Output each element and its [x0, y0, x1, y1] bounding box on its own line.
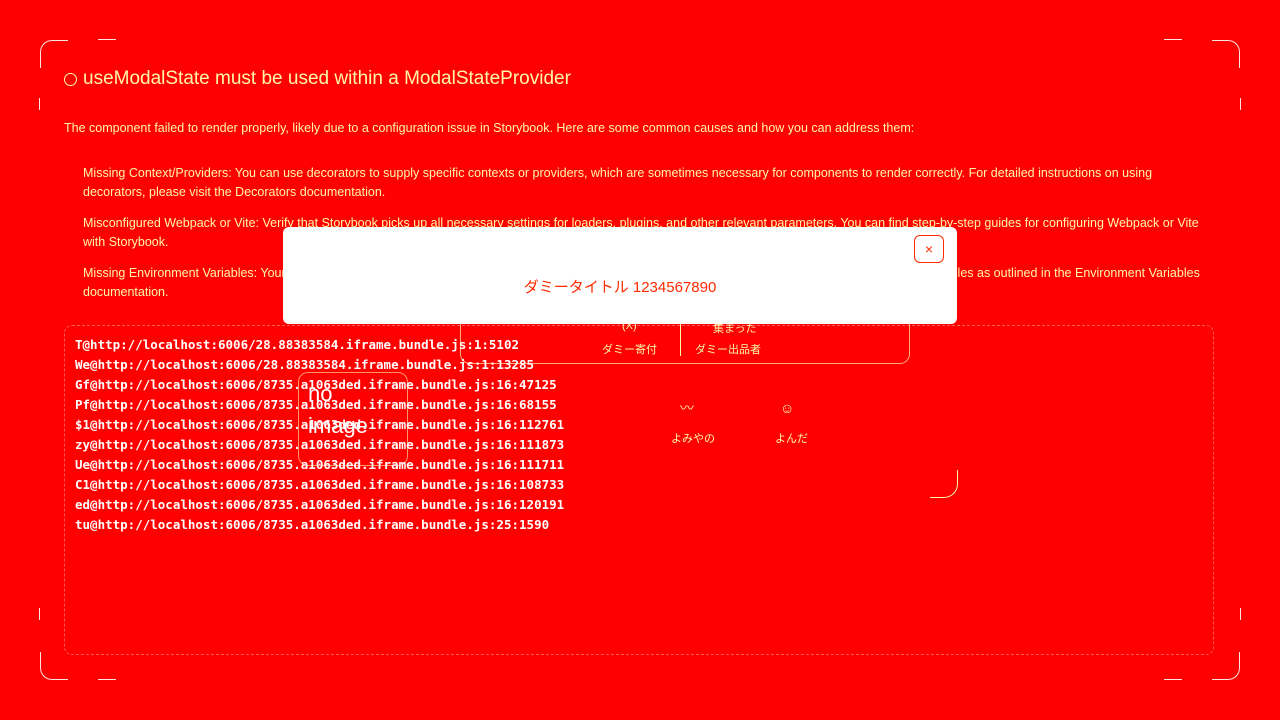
- frame-tick: [98, 679, 116, 680]
- frame-corner-bottom-left: [40, 652, 68, 680]
- frame-tick: [1240, 98, 1241, 110]
- frame-tick: [98, 39, 116, 40]
- stack-line: Pf@http://localhost:6006/8735.a1063ded.i…: [75, 397, 557, 412]
- cause-missing-providers: Missing Context/Providers: You can use d…: [83, 166, 1153, 199]
- stack-line: We@http://localhost:6006/28.88383584.ifr…: [75, 357, 535, 372]
- stack-line: T@http://localhost:6006/28.88383584.ifra…: [75, 337, 520, 352]
- frame-tick: [1164, 39, 1182, 40]
- error-title-text: useModalState must be used within a Moda…: [83, 68, 571, 89]
- frame-tick: [39, 608, 40, 620]
- frame-corner-bottom-right: [1212, 652, 1240, 680]
- close-button[interactable]: ×: [914, 235, 944, 263]
- stack-line: ed@http://localhost:6006/8735.a1063ded.i…: [75, 497, 565, 512]
- frame-tick: [1240, 608, 1241, 620]
- stack-line: Gf@http://localhost:6006/8735.a1063ded.i…: [75, 377, 557, 392]
- frame-tick: [1164, 679, 1182, 680]
- close-icon: ×: [924, 241, 934, 257]
- stack-line: tu@http://localhost:6006/8735.a1063ded.i…: [75, 517, 550, 532]
- error-circle-icon: [64, 72, 77, 86]
- modal-title: ダミータイトル 1234567890: [523, 279, 717, 296]
- frame-tick: [39, 98, 40, 110]
- error-heading: useModalState must be used within a Moda…: [64, 68, 571, 90]
- stack-trace: T@http://localhost:6006/28.88383584.ifra…: [75, 335, 564, 535]
- stack-line: zy@http://localhost:6006/8735.a1063ded.i…: [75, 437, 565, 452]
- frame-corner-top-left: [40, 40, 68, 68]
- frame-corner-top-right: [1212, 40, 1240, 68]
- modal-dialog: × ダミータイトル 1234567890: [283, 227, 957, 324]
- stack-line: $1@http://localhost:6006/8735.a1063ded.i…: [75, 417, 565, 432]
- stack-line: C1@http://localhost:6006/8735.a1063ded.i…: [75, 477, 565, 492]
- error-intro: The component failed to render properly,…: [64, 121, 915, 135]
- stack-line: Ue@http://localhost:6006/8735.a1063ded.i…: [75, 457, 565, 472]
